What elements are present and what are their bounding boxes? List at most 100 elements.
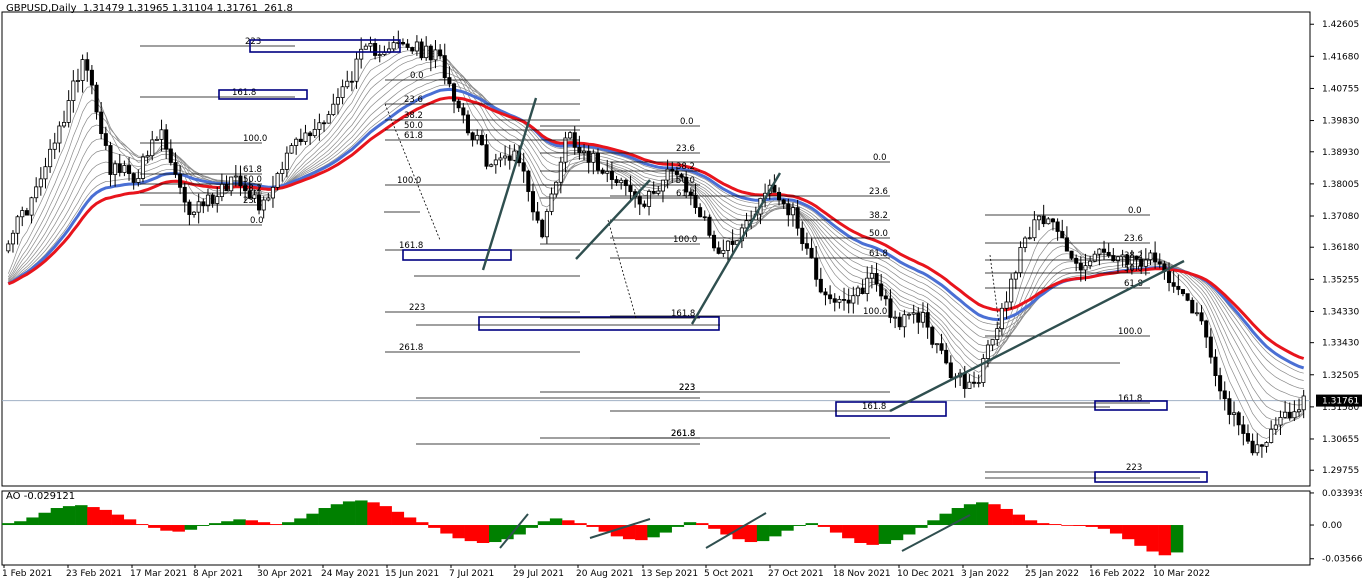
y-tick-label: 1.38005	[1322, 180, 1359, 190]
ao-bar	[647, 525, 660, 538]
ao-bar	[1146, 525, 1159, 552]
fib-level-label: 38.2	[869, 211, 888, 221]
candle	[354, 52, 359, 89]
candle	[837, 295, 842, 309]
candle-body	[117, 163, 122, 173]
candle	[865, 266, 870, 302]
candle-body	[447, 77, 452, 85]
candle-body	[456, 100, 461, 109]
candle	[939, 333, 944, 355]
candle	[359, 37, 364, 69]
candle	[80, 54, 85, 93]
ao-bar	[489, 525, 502, 543]
ao-bar	[988, 504, 1001, 526]
candle	[563, 131, 568, 173]
candle	[196, 193, 201, 224]
candle	[345, 70, 350, 89]
candle	[1055, 218, 1060, 241]
candle	[656, 186, 661, 196]
candle-body	[698, 207, 703, 218]
ao-bar	[902, 525, 916, 535]
ao-bar	[549, 518, 563, 526]
candle	[122, 160, 127, 177]
ao-bar	[1024, 520, 1038, 526]
x-tick-label: 25 Jan 2022	[1025, 569, 1079, 579]
candle-body	[94, 84, 99, 113]
ao-bar	[1097, 525, 1111, 529]
candle	[1106, 243, 1111, 258]
candle	[465, 110, 470, 136]
y-tick-label: 1.42605	[1322, 20, 1359, 30]
candle-body	[1218, 375, 1223, 392]
current-price-label: 1.31761	[1322, 397, 1359, 407]
candle-body	[595, 152, 600, 171]
ema-thin-line	[8, 52, 1304, 421]
ao-bar	[355, 500, 368, 526]
candle-body	[136, 178, 141, 183]
candle	[800, 221, 805, 251]
fib-level-label: 61.8	[404, 131, 423, 141]
candle	[75, 68, 80, 93]
fib-level-label: 38.2	[404, 111, 423, 121]
candle-body	[1032, 219, 1037, 239]
candle-body	[489, 164, 494, 167]
candle	[1060, 219, 1065, 239]
candle-body	[433, 49, 438, 61]
candle-body	[428, 45, 433, 61]
candle	[335, 88, 340, 115]
candle-body	[438, 49, 443, 56]
candle-body	[1250, 440, 1255, 454]
candle-body	[893, 316, 898, 319]
candle-body	[1236, 412, 1241, 426]
candle-body	[1004, 301, 1009, 309]
candle	[990, 339, 995, 352]
candle	[298, 128, 303, 146]
candle	[883, 289, 888, 306]
candle	[57, 121, 62, 153]
candle	[377, 44, 382, 63]
candle-body	[48, 148, 53, 168]
fib-level-label: 0.0	[410, 71, 424, 81]
candle	[893, 310, 898, 329]
candle	[568, 131, 573, 140]
candle	[192, 211, 197, 218]
candle-body	[317, 122, 322, 130]
candle	[558, 156, 563, 194]
candle-body	[145, 155, 150, 158]
candle-body	[498, 157, 503, 161]
candle	[1180, 289, 1185, 297]
candle	[210, 192, 215, 208]
price-chart[interactable]: 223161.80.023.638.250.061.8100.00.023.63…	[0, 0, 1362, 584]
y-tick-label: 1.41680	[1322, 52, 1359, 62]
candle	[391, 36, 396, 52]
candle	[48, 139, 53, 173]
candle-body	[192, 211, 197, 215]
candle	[1218, 367, 1223, 400]
candle	[1046, 217, 1051, 225]
ema-thin-line	[8, 78, 1304, 381]
candle	[647, 189, 652, 216]
candle-body	[1074, 257, 1079, 264]
fib-level-label: 23.6	[243, 196, 262, 206]
ao-bar	[1036, 523, 1050, 526]
x-tick-label: 1 Feb 2021	[2, 569, 52, 579]
candle	[410, 46, 415, 55]
fib-level-label: 50.0	[676, 176, 695, 186]
candle-body	[628, 185, 633, 193]
fib-level-label: 261.8	[671, 429, 695, 439]
candle	[405, 39, 410, 51]
ao-bar	[635, 525, 648, 541]
ema-thin-line	[8, 65, 1304, 398]
ao-bar	[525, 525, 539, 528]
candle	[851, 286, 856, 314]
candle-body	[716, 247, 721, 254]
ao-bar	[330, 504, 344, 526]
candle-body	[1055, 221, 1060, 232]
candle	[1259, 443, 1264, 458]
candle-body	[591, 152, 596, 163]
candle-body	[1194, 312, 1199, 315]
ao-bar	[14, 521, 27, 526]
ao-bar	[391, 511, 405, 526]
fibonacci-levels: 223161.80.023.638.250.061.8100.00.023.63…	[140, 37, 1208, 483]
candle	[424, 36, 429, 61]
